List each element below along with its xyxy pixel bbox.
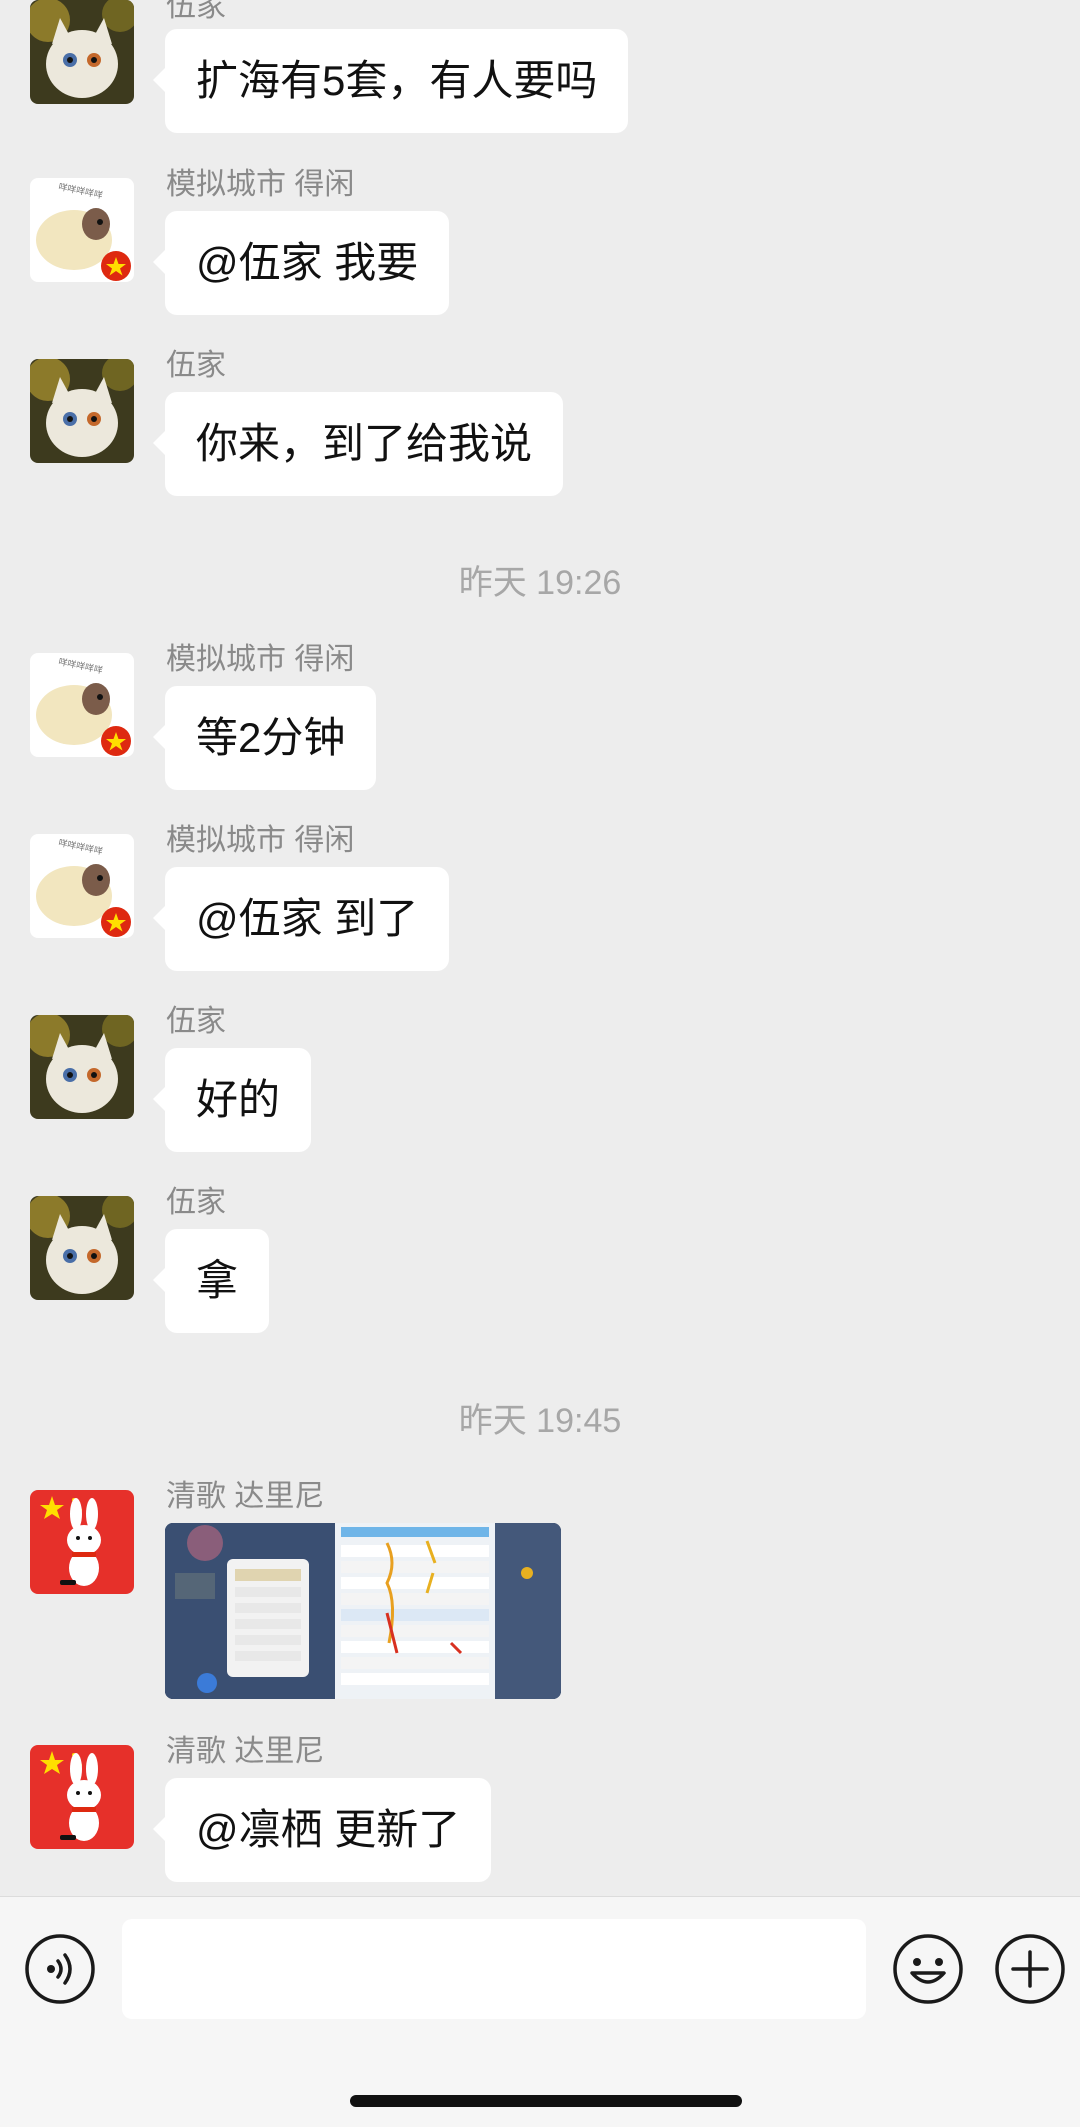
sender-name: 伍家 [166, 0, 226, 23]
message-bubble[interactable]: @伍家 我要 [152, 211, 450, 315]
avatar-rabbit[interactable] [30, 1745, 134, 1849]
cat-avatar-icon [30, 1196, 134, 1300]
avatar-rabbit[interactable] [30, 1490, 134, 1594]
sender-name: 模拟城市 得闲 [166, 643, 355, 676]
avatar-cat[interactable] [30, 359, 134, 463]
message-bubble[interactable]: 拿 [152, 1229, 270, 1333]
avatar-cat[interactable] [30, 1015, 134, 1119]
image-message[interactable] [165, 1523, 561, 1699]
avatar-sheep[interactable]: 咩咩咩咩咩 [30, 653, 134, 757]
emoji-icon [893, 1934, 963, 2004]
cat-avatar-icon [30, 0, 134, 104]
avatar-sheep[interactable]: 咩咩咩咩咩 [30, 834, 134, 938]
sender-name: 清歌 达里尼 [166, 1480, 325, 1513]
rabbit-avatar-icon [30, 1490, 134, 1594]
emoji-button[interactable] [892, 1933, 964, 2005]
avatar-cat[interactable] [30, 0, 134, 104]
message-bubble[interactable]: @伍家 到了 [152, 867, 450, 971]
home-indicator[interactable] [350, 2095, 742, 2107]
message-bubble[interactable]: 你来，到了给我说 [152, 392, 564, 496]
sender-name: 伍家 [166, 349, 226, 382]
timestamp: 昨天 19:26 [458, 564, 622, 602]
voice-button[interactable] [24, 1933, 96, 2005]
sender-name: 模拟城市 得闲 [166, 168, 355, 201]
avatar-cat[interactable] [30, 1196, 134, 1300]
message-bubble[interactable]: @凛栖 更新了 [152, 1778, 492, 1882]
message-bubble[interactable]: 好的 [152, 1048, 312, 1152]
plus-button[interactable] [994, 1933, 1066, 2005]
sender-name: 清歌 达里尼 [166, 1735, 325, 1768]
avatar-sheep[interactable]: 咩咩咩咩咩 [30, 178, 134, 282]
sheep-avatar-icon: 咩咩咩咩咩 [30, 653, 134, 757]
voice-icon [25, 1934, 95, 2004]
timestamp: 昨天 19:45 [458, 1402, 622, 1440]
sheep-avatar-icon: 咩咩咩咩咩 [30, 178, 134, 282]
sender-name: 伍家 [166, 1186, 226, 1219]
chat-history[interactable]: 伍家 扩海有5套，有人要吗 咩咩咩咩咩 模拟城市 得闲 @伍家 我要 伍家 你来… [0, 0, 1080, 1896]
rabbit-avatar-icon [30, 1745, 134, 1849]
message-bubble[interactable]: 等2分钟 [152, 686, 377, 790]
input-bar [0, 1896, 1080, 2127]
message-bubble[interactable]: 扩海有5套，有人要吗 [152, 29, 629, 133]
sender-name: 伍家 [166, 1005, 226, 1038]
message-input[interactable] [122, 1919, 866, 2019]
plus-icon [995, 1934, 1065, 2004]
cat-avatar-icon [30, 359, 134, 463]
sheep-avatar-icon: 咩咩咩咩咩 [30, 834, 134, 938]
sender-name: 模拟城市 得闲 [166, 824, 355, 857]
game-screenshot-thumbnail [165, 1523, 561, 1699]
cat-avatar-icon [30, 1015, 134, 1119]
